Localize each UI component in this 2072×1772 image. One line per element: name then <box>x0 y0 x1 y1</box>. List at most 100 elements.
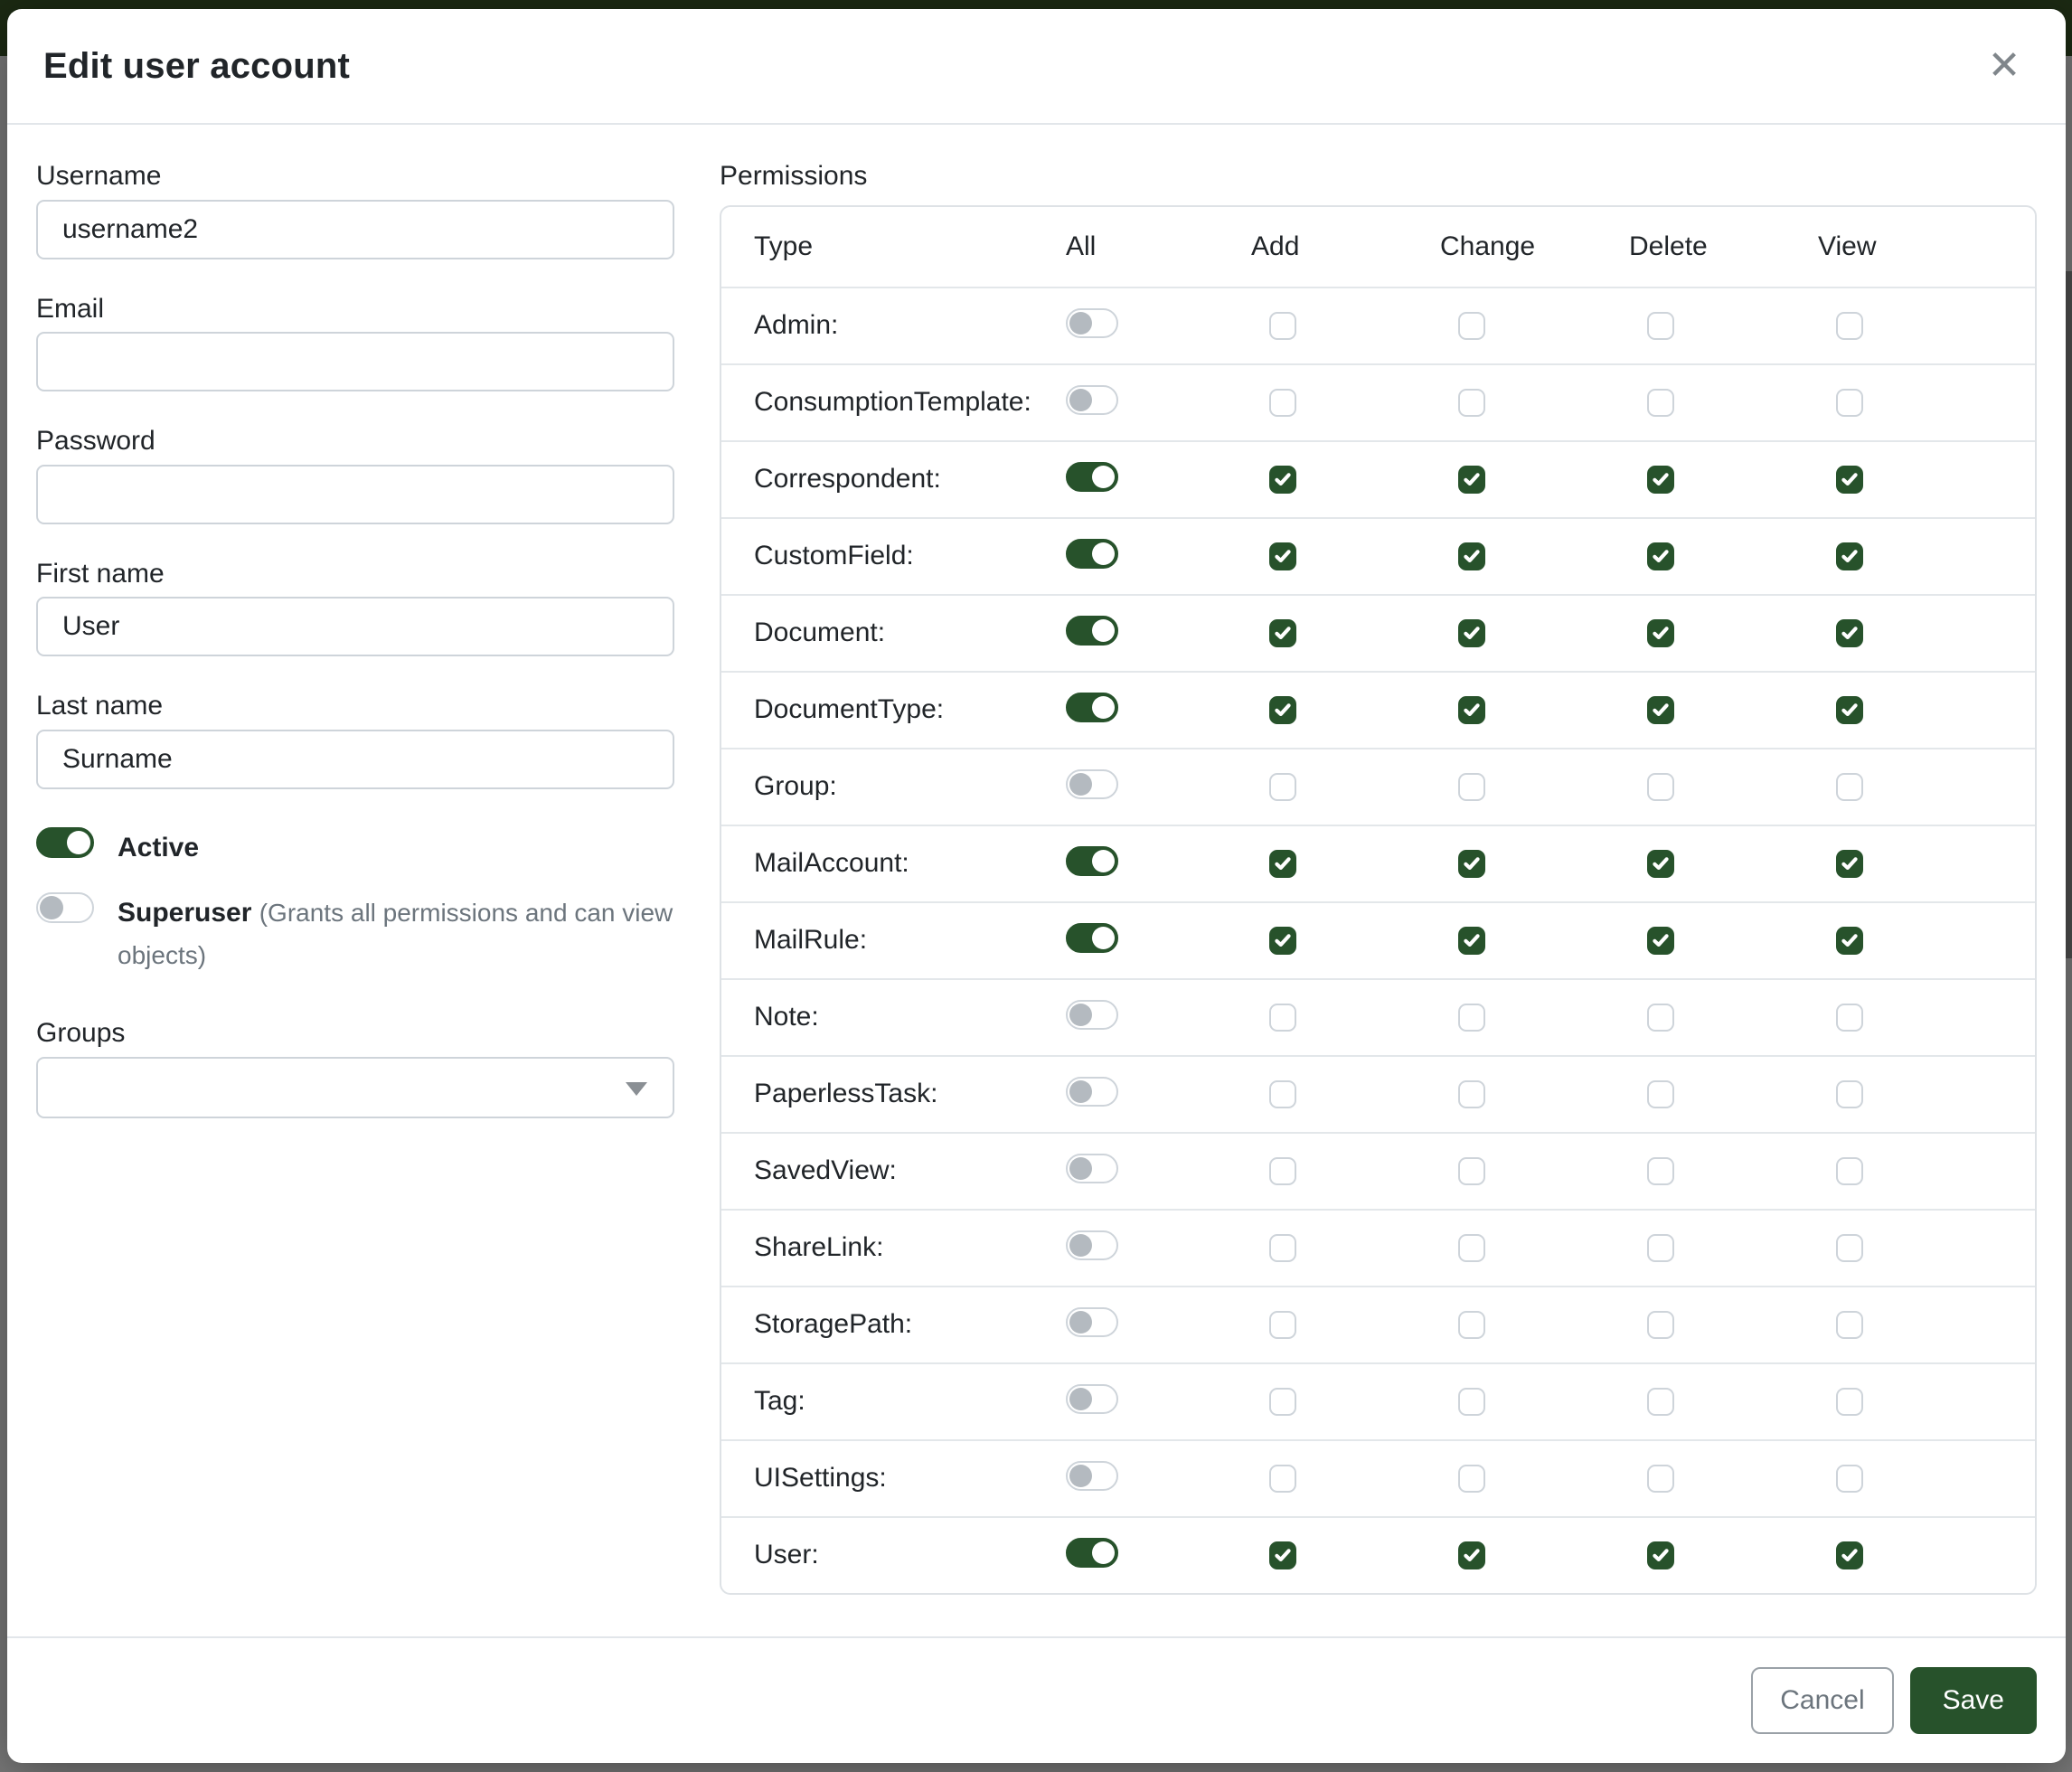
last-name-input[interactable] <box>36 730 674 789</box>
permission-add-checkbox[interactable] <box>1269 1541 1296 1569</box>
permission-view-checkbox[interactable] <box>1836 1004 1863 1032</box>
permission-all-toggle[interactable] <box>1066 693 1118 722</box>
permission-change-checkbox[interactable] <box>1458 1157 1485 1185</box>
permission-row: DocumentType: <box>721 671 2035 748</box>
permission-change-checkbox[interactable] <box>1458 1311 1485 1339</box>
permission-add-checkbox[interactable] <box>1269 1157 1296 1185</box>
permission-delete-checkbox[interactable] <box>1647 542 1674 570</box>
permission-all-toggle[interactable] <box>1066 1461 1118 1491</box>
permission-view-checkbox[interactable] <box>1836 1311 1863 1339</box>
permission-view-checkbox[interactable] <box>1836 542 1863 570</box>
groups-select[interactable] <box>36 1057 674 1118</box>
permission-view-checkbox[interactable] <box>1836 1465 1863 1493</box>
permission-add-checkbox[interactable] <box>1269 389 1296 417</box>
password-input[interactable] <box>36 465 674 524</box>
permission-delete-checkbox[interactable] <box>1647 850 1674 878</box>
permission-view-checkbox[interactable] <box>1836 619 1863 647</box>
permission-add-checkbox[interactable] <box>1269 1080 1296 1108</box>
permission-delete-checkbox[interactable] <box>1647 619 1674 647</box>
permission-all-toggle[interactable] <box>1066 1230 1118 1260</box>
permission-view-checkbox[interactable] <box>1836 773 1863 801</box>
permission-delete-checkbox[interactable] <box>1647 466 1674 494</box>
permission-type-label: DocumentType: <box>754 694 1066 725</box>
permission-delete-checkbox[interactable] <box>1647 773 1674 801</box>
permission-delete-checkbox[interactable] <box>1647 1541 1674 1569</box>
permission-change-checkbox[interactable] <box>1458 696 1485 724</box>
permission-add-checkbox[interactable] <box>1269 1465 1296 1493</box>
permission-add-checkbox[interactable] <box>1269 850 1296 878</box>
permission-add-checkbox[interactable] <box>1269 1234 1296 1262</box>
modal-title: Edit user account <box>43 46 350 87</box>
permission-all-toggle[interactable] <box>1066 1154 1118 1183</box>
permission-change-checkbox[interactable] <box>1458 1465 1485 1493</box>
permission-change-checkbox[interactable] <box>1458 1388 1485 1416</box>
permission-change-checkbox[interactable] <box>1458 466 1485 494</box>
permission-all-toggle[interactable] <box>1066 1077 1118 1107</box>
permission-delete-checkbox[interactable] <box>1647 927 1674 955</box>
permission-all-toggle[interactable] <box>1066 1384 1118 1414</box>
permission-delete-checkbox[interactable] <box>1647 1234 1674 1262</box>
permission-change-checkbox[interactable] <box>1458 850 1485 878</box>
permission-add-checkbox[interactable] <box>1269 1311 1296 1339</box>
permission-change-checkbox[interactable] <box>1458 773 1485 801</box>
permission-change-checkbox[interactable] <box>1458 1080 1485 1108</box>
email-input[interactable] <box>36 332 674 391</box>
permission-delete-checkbox[interactable] <box>1647 389 1674 417</box>
permission-add-checkbox[interactable] <box>1269 542 1296 570</box>
permission-delete-checkbox[interactable] <box>1647 1157 1674 1185</box>
permission-add-checkbox[interactable] <box>1269 619 1296 647</box>
permission-view-checkbox[interactable] <box>1836 850 1863 878</box>
active-toggle[interactable] <box>36 827 94 858</box>
first-name-input[interactable] <box>36 597 674 656</box>
permission-add-checkbox[interactable] <box>1269 773 1296 801</box>
permission-view-checkbox[interactable] <box>1836 927 1863 955</box>
permission-change-checkbox[interactable] <box>1458 927 1485 955</box>
permission-view-checkbox[interactable] <box>1836 1388 1863 1416</box>
permission-delete-checkbox[interactable] <box>1647 1080 1674 1108</box>
permission-view-checkbox[interactable] <box>1836 1234 1863 1262</box>
permission-change-checkbox[interactable] <box>1458 1234 1485 1262</box>
permission-all-toggle[interactable] <box>1066 1538 1118 1568</box>
permission-change-checkbox[interactable] <box>1458 312 1485 340</box>
permission-view-checkbox[interactable] <box>1836 696 1863 724</box>
permission-delete-checkbox[interactable] <box>1647 312 1674 340</box>
permission-all-toggle[interactable] <box>1066 385 1118 415</box>
permission-change-checkbox[interactable] <box>1458 1004 1485 1032</box>
permission-change-checkbox[interactable] <box>1458 619 1485 647</box>
permission-view-checkbox[interactable] <box>1836 1157 1863 1185</box>
permission-change-checkbox[interactable] <box>1458 389 1485 417</box>
permission-row: User: <box>721 1516 2035 1593</box>
permission-all-toggle[interactable] <box>1066 923 1118 953</box>
permission-add-checkbox[interactable] <box>1269 696 1296 724</box>
permission-change-checkbox[interactable] <box>1458 1541 1485 1569</box>
permission-all-toggle[interactable] <box>1066 1307 1118 1337</box>
save-button[interactable]: Save <box>1910 1667 2037 1734</box>
permission-delete-checkbox[interactable] <box>1647 1311 1674 1339</box>
cancel-button[interactable]: Cancel <box>1751 1667 1893 1734</box>
permission-delete-checkbox[interactable] <box>1647 696 1674 724</box>
permission-delete-checkbox[interactable] <box>1647 1004 1674 1032</box>
permission-all-toggle[interactable] <box>1066 308 1118 338</box>
permission-add-checkbox[interactable] <box>1269 1388 1296 1416</box>
permission-view-checkbox[interactable] <box>1836 389 1863 417</box>
permission-all-toggle[interactable] <box>1066 769 1118 799</box>
permission-add-checkbox[interactable] <box>1269 312 1296 340</box>
permission-all-toggle[interactable] <box>1066 1000 1118 1030</box>
superuser-toggle[interactable] <box>36 892 94 923</box>
permission-add-checkbox[interactable] <box>1269 927 1296 955</box>
permission-all-toggle[interactable] <box>1066 462 1118 492</box>
permission-view-checkbox[interactable] <box>1836 1541 1863 1569</box>
permission-all-toggle[interactable] <box>1066 539 1118 569</box>
close-icon[interactable]: ✕ <box>1979 41 2030 91</box>
username-input[interactable] <box>36 200 674 259</box>
permission-add-checkbox[interactable] <box>1269 466 1296 494</box>
permission-delete-checkbox[interactable] <box>1647 1465 1674 1493</box>
permission-add-checkbox[interactable] <box>1269 1004 1296 1032</box>
permission-all-toggle[interactable] <box>1066 616 1118 646</box>
permission-view-checkbox[interactable] <box>1836 312 1863 340</box>
permission-delete-checkbox[interactable] <box>1647 1388 1674 1416</box>
permission-change-checkbox[interactable] <box>1458 542 1485 570</box>
permission-view-checkbox[interactable] <box>1836 1080 1863 1108</box>
permission-view-checkbox[interactable] <box>1836 466 1863 494</box>
permission-all-toggle[interactable] <box>1066 846 1118 876</box>
